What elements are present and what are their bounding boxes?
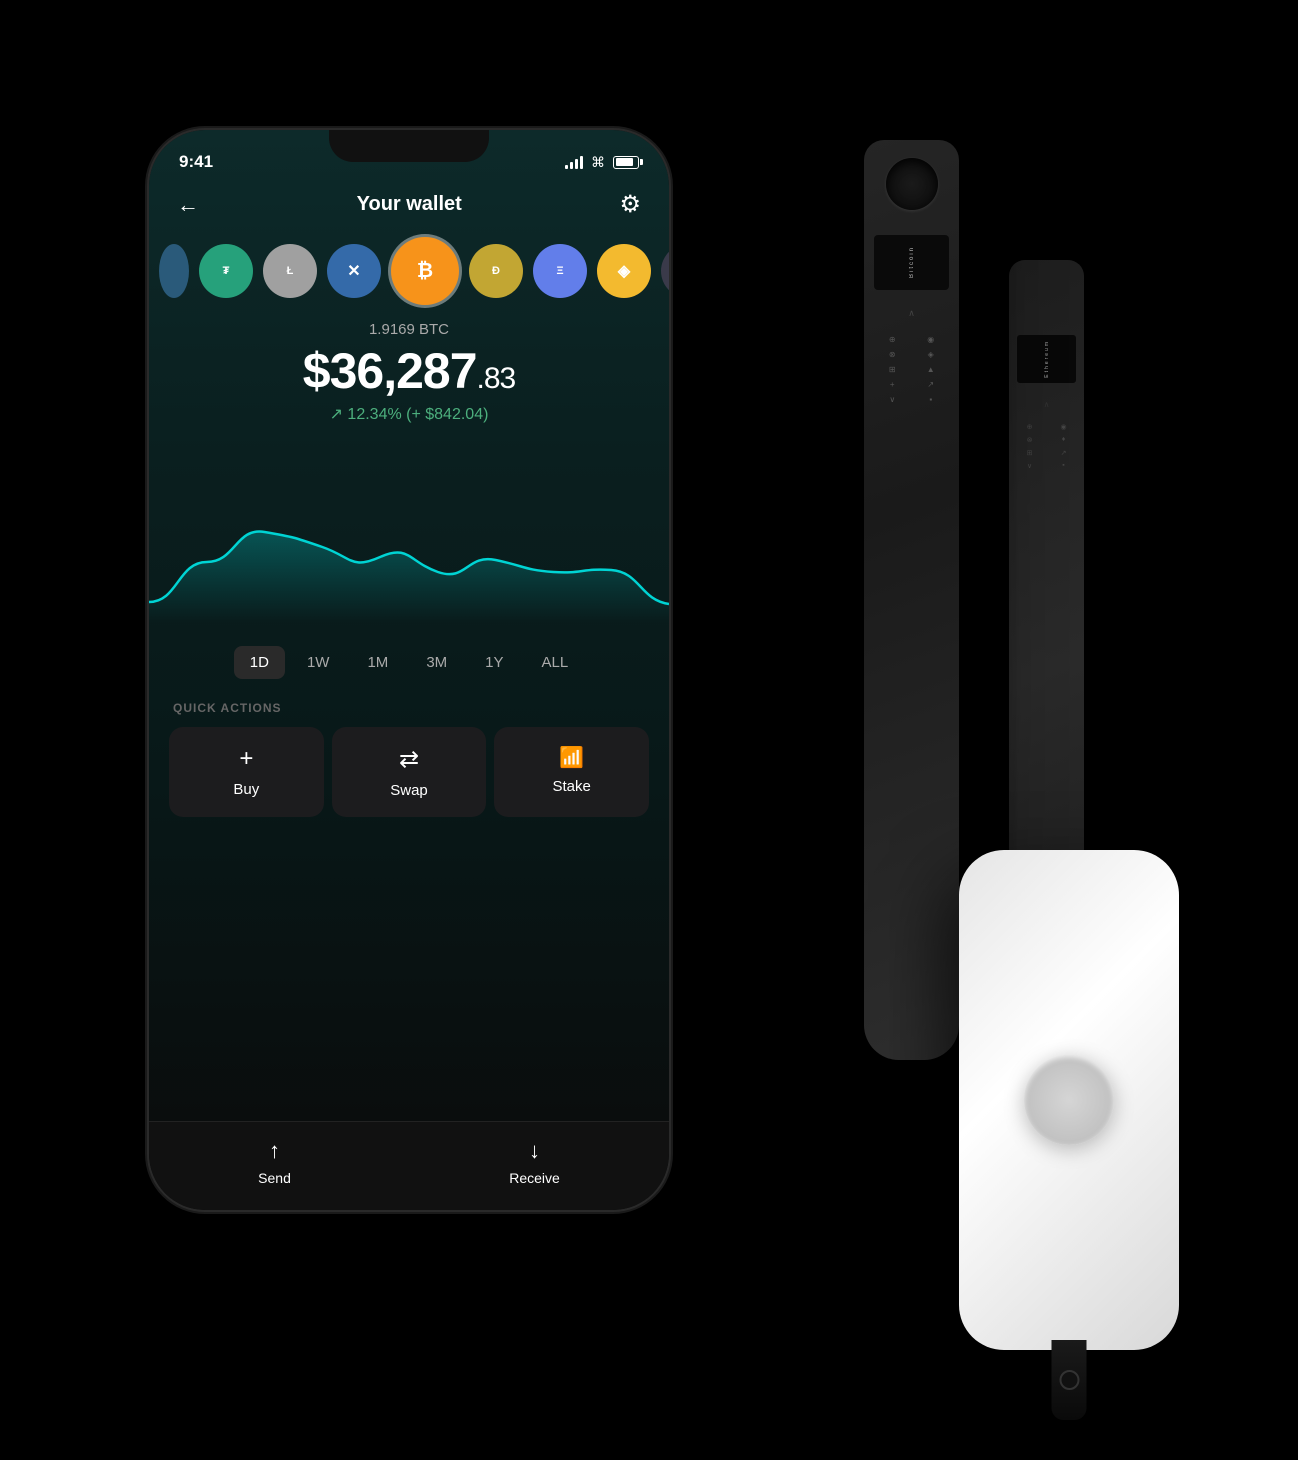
tab-1w[interactable]: 1W <box>291 646 346 679</box>
coin-partial[interactable] <box>159 244 189 298</box>
tab-3m[interactable]: 3M <box>410 646 463 679</box>
crypto-amount: 1.9169 BTC <box>169 321 649 338</box>
plus-icon: + <box>239 745 253 773</box>
hw-screen-slim: Ethereum <box>1017 335 1076 383</box>
signal-icon <box>565 155 583 169</box>
swap-label: Swap <box>390 782 428 799</box>
settings-button[interactable]: ⚙ <box>619 190 641 219</box>
price-chart <box>149 442 669 622</box>
coin-binance[interactable]: ◈ <box>597 244 651 298</box>
time-tabs: 1D 1W 1M 3M 1Y ALL <box>149 632 669 693</box>
swap-button[interactable]: ⇄ Swap <box>332 727 487 817</box>
hw-nav-icons: ∧ ⊕ ◉ ⊗ ◈ ⊞ ▲ + ↗ ∨ ▪ <box>872 308 951 404</box>
receive-button[interactable]: ↓ Receive <box>509 1138 560 1186</box>
stake-button[interactable]: 📶 Stake <box>494 727 649 817</box>
balance-section: 1.9169 BTC $36,287.83 ↗ 12.34% (+ $842.0… <box>149 313 669 432</box>
hw-wallet-white <box>959 850 1179 1350</box>
tab-1y[interactable]: 1Y <box>469 646 519 679</box>
back-button[interactable]: ← <box>177 192 199 218</box>
quick-actions-label: QUICK ACTIONS <box>149 693 669 727</box>
coins-row: ₮ Ł ✕ ₿ Ð Ξ ◈ A <box>149 229 669 313</box>
coin-litecoin[interactable]: Ł <box>263 244 317 298</box>
coin-bitcoin[interactable]: ₿ <box>391 237 459 305</box>
send-button[interactable]: ↑ Send <box>258 1138 291 1186</box>
hw-screen-tall: Bitcoin <box>874 235 949 290</box>
buy-button[interactable]: + Buy <box>169 727 324 817</box>
page-title: Your wallet <box>357 193 462 216</box>
hw-button-top <box>886 158 938 210</box>
usd-main: $36,287 <box>303 343 477 399</box>
hw-nav-slim: ∧ ⊕ ◉ ⊗ ♦ ⊞ ↗ ∨ ▪ <box>1015 400 1078 470</box>
coin-algo[interactable]: A <box>661 244 669 298</box>
coin-doge[interactable]: Ð <box>469 244 523 298</box>
bottom-bar: ↑ Send ↓ Receive <box>149 1121 669 1210</box>
stake-label: Stake <box>553 778 591 795</box>
usd-amount: $36,287.83 <box>169 342 649 400</box>
hw-white-button <box>1024 1055 1114 1145</box>
tab-all[interactable]: ALL <box>526 646 585 679</box>
hw-connector <box>1052 1340 1087 1420</box>
coin-tether[interactable]: ₮ <box>199 244 253 298</box>
wifi-icon: ⌘ <box>591 154 605 171</box>
stake-icon: 📶 <box>559 745 584 770</box>
header: ← Your wallet ⚙ <box>149 180 669 229</box>
hw-screen-text: Bitcoin <box>909 246 915 278</box>
battery-icon <box>613 156 639 169</box>
scene: 9:41 ⌘ ← Your wallet <box>99 80 1199 1380</box>
phone-screen: 9:41 ⌘ ← Your wallet <box>149 130 669 1210</box>
usd-cents: .83 <box>477 362 516 395</box>
send-icon: ↑ <box>269 1138 280 1164</box>
hw-wallet-black-tall: Bitcoin ∧ ⊕ ◉ ⊗ ◈ ⊞ ▲ + ↗ ∨ ▪ <box>864 140 959 1060</box>
tab-1d[interactable]: 1D <box>234 646 285 679</box>
receive-label: Receive <box>509 1170 560 1186</box>
chart-area <box>149 432 669 632</box>
coin-xrp[interactable]: ✕ <box>327 244 381 298</box>
swap-icon: ⇄ <box>399 745 419 774</box>
coin-ethereum[interactable]: Ξ <box>533 244 587 298</box>
phone-notch <box>329 130 489 162</box>
quick-actions-grid: + Buy ⇄ Swap 📶 Stake <box>149 727 669 817</box>
status-icons: ⌘ <box>565 154 639 171</box>
status-time: 9:41 <box>179 152 213 172</box>
send-label: Send <box>258 1170 291 1186</box>
buy-label: Buy <box>233 781 259 798</box>
change-amount: ↗ 12.34% (+ $842.04) <box>169 404 649 424</box>
receive-icon: ↓ <box>529 1138 540 1164</box>
phone: 9:41 ⌘ ← Your wallet <box>149 130 669 1210</box>
tab-1m[interactable]: 1M <box>351 646 404 679</box>
